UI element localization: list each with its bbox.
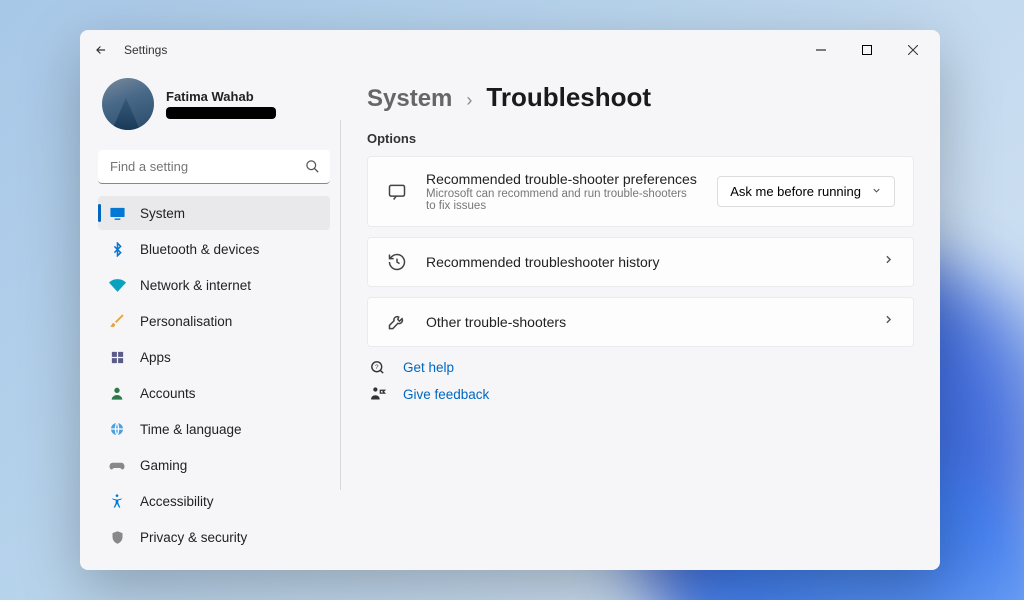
nav-item-privacy[interactable]: Privacy & security — [98, 520, 330, 554]
footer-links: ? Get help Give feedback — [367, 359, 914, 403]
shield-icon — [108, 528, 126, 546]
link-get-help[interactable]: ? Get help — [369, 359, 914, 376]
profile-email-redacted — [166, 107, 276, 119]
main-content: System › Troubleshoot Options Recommende… — [341, 70, 940, 570]
help-icon: ? — [369, 359, 387, 376]
apps-icon — [108, 348, 126, 366]
avatar — [102, 78, 154, 130]
settings-window: Settings Fatima Wahab — [80, 30, 940, 570]
card-troubleshooter-preferences[interactable]: Recommended trouble-shooter preferences … — [367, 156, 914, 227]
profile-block[interactable]: Fatima Wahab — [98, 70, 330, 146]
search-input[interactable] — [98, 150, 330, 184]
wifi-icon — [108, 276, 126, 294]
link-label: Give feedback — [403, 387, 489, 402]
nav-label: Bluetooth & devices — [140, 242, 259, 257]
breadcrumb-parent[interactable]: System — [367, 85, 452, 113]
nav-label: Privacy & security — [140, 530, 247, 545]
nav-item-accessibility[interactable]: Accessibility — [98, 484, 330, 518]
nav-item-time-language[interactable]: Time & language — [98, 412, 330, 446]
chat-icon — [386, 182, 408, 202]
window-title: Settings — [124, 43, 167, 57]
nav-label: Time & language — [140, 422, 242, 437]
chevron-right-icon — [882, 253, 895, 271]
card-troubleshooter-history[interactable]: Recommended troubleshooter history — [367, 237, 914, 287]
link-label: Get help — [403, 360, 454, 375]
nav-label: Accessibility — [140, 494, 214, 509]
dropdown-value: Ask me before running — [730, 184, 861, 199]
person-icon — [108, 384, 126, 402]
nav-label: Personalisation — [140, 314, 232, 329]
bluetooth-icon — [108, 240, 126, 258]
card-other-troubleshooters[interactable]: Other trouble-shooters — [367, 297, 914, 347]
section-label-options: Options — [367, 131, 914, 146]
nav-label: Gaming — [140, 458, 187, 473]
card-subtitle: Microsoft can recommend and run trouble-… — [426, 188, 699, 212]
nav-label: Apps — [140, 350, 171, 365]
back-button[interactable] — [94, 43, 108, 57]
close-button[interactable] — [890, 34, 936, 66]
search-box[interactable] — [98, 150, 330, 184]
nav-item-system[interactable]: System — [98, 196, 330, 230]
chevron-down-icon — [871, 184, 882, 199]
minimize-button[interactable] — [798, 34, 844, 66]
svg-text:?: ? — [375, 364, 379, 371]
maximize-button[interactable] — [844, 34, 890, 66]
card-title: Recommended trouble-shooter preferences — [426, 171, 699, 187]
nav-item-apps[interactable]: Apps — [98, 340, 330, 374]
breadcrumb: System › Troubleshoot — [367, 82, 914, 113]
nav-item-personalisation[interactable]: Personalisation — [98, 304, 330, 338]
link-give-feedback[interactable]: Give feedback — [369, 386, 914, 403]
globe-icon — [108, 420, 126, 438]
brush-icon — [108, 312, 126, 330]
profile-name: Fatima Wahab — [166, 89, 276, 104]
chevron-right-icon — [882, 313, 895, 331]
wrench-icon — [386, 312, 408, 332]
card-title: Other trouble-shooters — [426, 314, 864, 330]
nav-item-network[interactable]: Network & internet — [98, 268, 330, 302]
nav-label: System — [140, 206, 185, 221]
nav-label: Accounts — [140, 386, 196, 401]
feedback-icon — [369, 386, 387, 403]
sidebar: Fatima Wahab System Bluetooth & devices — [80, 70, 340, 570]
accessibility-icon — [108, 492, 126, 510]
history-icon — [386, 252, 408, 272]
titlebar: Settings — [80, 30, 940, 70]
monitor-icon — [108, 204, 126, 222]
card-title: Recommended troubleshooter history — [426, 254, 864, 270]
gamepad-icon — [108, 456, 126, 474]
preferences-dropdown[interactable]: Ask me before running — [717, 176, 895, 207]
page-title: Troubleshoot — [486, 82, 651, 113]
window-controls — [798, 34, 936, 66]
search-icon — [305, 159, 320, 179]
nav-list: System Bluetooth & devices Network & int… — [98, 196, 330, 554]
chevron-right-icon: › — [466, 90, 472, 111]
nav-item-bluetooth[interactable]: Bluetooth & devices — [98, 232, 330, 266]
nav-item-accounts[interactable]: Accounts — [98, 376, 330, 410]
nav-label: Network & internet — [140, 278, 251, 293]
nav-item-gaming[interactable]: Gaming — [98, 448, 330, 482]
